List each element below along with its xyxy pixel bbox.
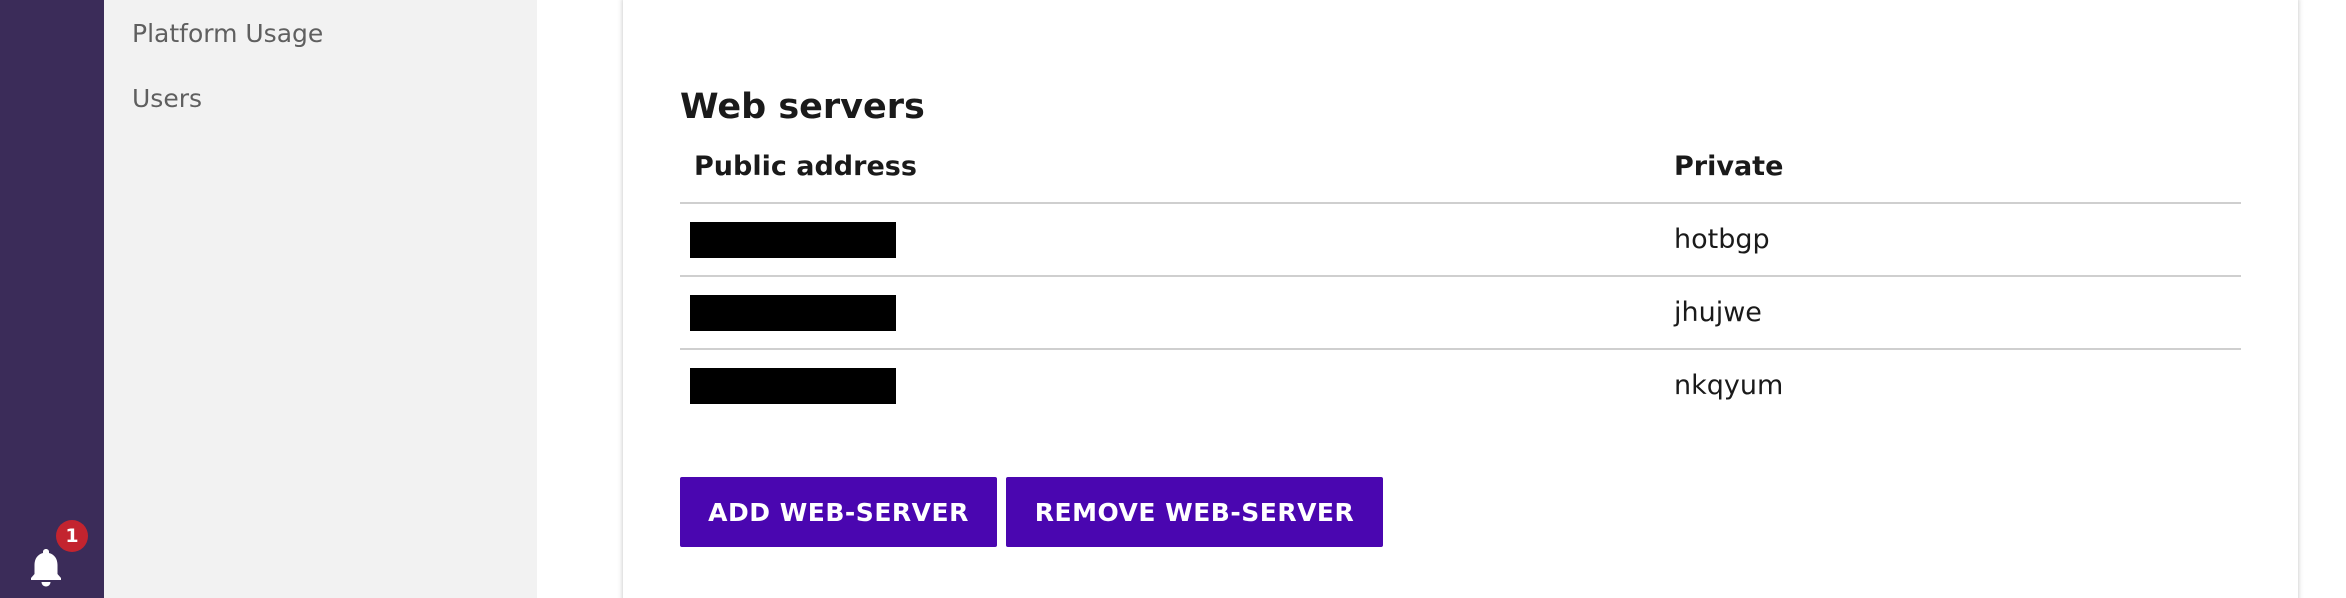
redacted-public-address	[690, 294, 896, 331]
redacted-public-address	[690, 221, 896, 258]
sidebar-item-users[interactable]: Users	[132, 84, 202, 113]
table-row: hotbgp	[680, 203, 2241, 277]
remove-web-server-button[interactable]: REMOVE WEB-SERVER	[1006, 477, 1383, 547]
sidebar-item-platform-usage[interactable]: Platform Usage	[132, 19, 323, 48]
column-header-public-address: Public address	[680, 130, 1674, 204]
bell-icon	[31, 549, 61, 587]
web-servers-table: Public address Private hotbgp jhujwe nkq…	[680, 130, 2241, 421]
public-address-cell	[680, 349, 1674, 421]
notification-count-badge[interactable]: 1	[56, 520, 88, 552]
app-root: 1 Platform Usage Users Web servers Publi…	[0, 0, 2346, 598]
private-cell: nkqyum	[1674, 370, 1784, 401]
redacted-public-address	[690, 367, 896, 404]
private-cell: hotbgp	[1674, 203, 2241, 277]
public-address-cell	[680, 203, 1674, 277]
notifications-button[interactable]	[28, 547, 64, 587]
table-row: nkqyum	[680, 349, 2241, 421]
secondary-sidebar: Platform Usage Users	[104, 0, 537, 598]
panel-title: Web servers	[680, 87, 925, 128]
public-address-cell	[680, 276, 1674, 350]
column-header-private: Private	[1674, 130, 2241, 204]
private-cell: jhujwe	[1674, 276, 2241, 350]
web-servers-panel: Web servers Public address Private hotbg…	[623, 0, 2298, 598]
add-web-server-button[interactable]: ADD WEB-SERVER	[680, 477, 997, 547]
table-row: jhujwe	[680, 276, 2241, 350]
table-header-row: Public address Private	[680, 130, 2241, 204]
left-rail: 1	[0, 0, 104, 598]
